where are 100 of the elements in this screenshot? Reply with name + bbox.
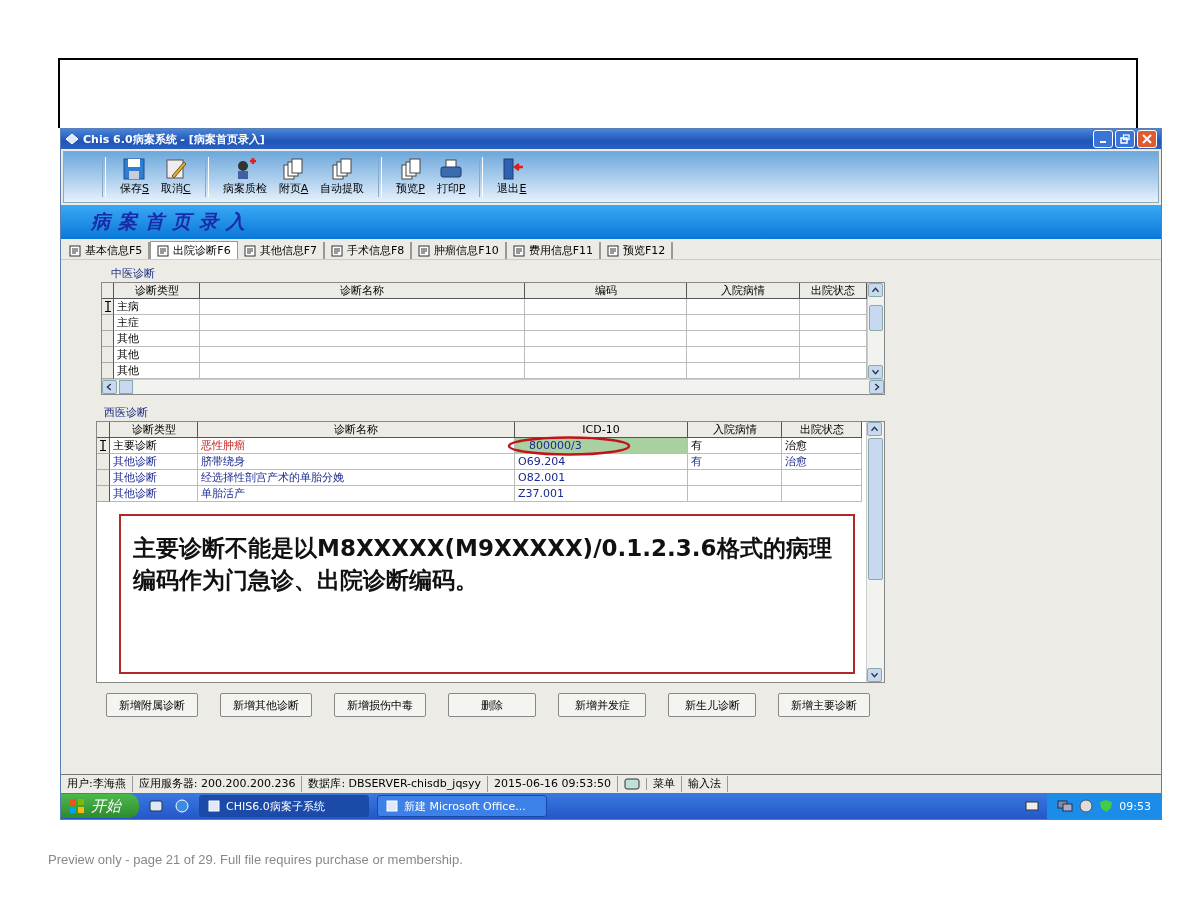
scroll-up-icon[interactable] (868, 283, 883, 297)
restore-icon (1120, 134, 1130, 144)
pages-icon (281, 158, 306, 180)
toolbar-button[interactable]: 附页A (272, 156, 315, 198)
row-pointer-icon (104, 301, 111, 312)
document-icon (606, 244, 619, 257)
keyboard-icon[interactable] (1025, 801, 1040, 811)
table-cell: 治愈 (782, 438, 862, 454)
table-cell: 其他 (114, 347, 200, 363)
tab[interactable]: 费用信息F11 (506, 242, 601, 259)
action-button[interactable]: 新生儿诊断 (668, 693, 756, 717)
column-header: 诊断类型 (114, 283, 200, 299)
table-cell: 有 (688, 454, 782, 470)
status-text: 数据库: DBSERVER-chisdb_jqsyy (302, 776, 489, 792)
vertical-scrollbar[interactable] (866, 422, 884, 682)
restore-button[interactable] (1115, 130, 1135, 148)
row-header[interactable] (102, 331, 114, 347)
tab[interactable]: 手术信息F8 (325, 242, 413, 259)
column-header: 入院病情 (688, 422, 782, 438)
document-icon (331, 244, 343, 257)
document-icon (69, 244, 81, 257)
table-cell: 脐带绕身 (198, 454, 515, 470)
table-cell: 主要诊断 (110, 438, 198, 454)
toolbar-button[interactable]: 预览P (390, 156, 431, 198)
table-cell: 治愈 (782, 454, 862, 470)
taskbar-button[interactable]: CHIS6.0病案子系统 (199, 795, 369, 817)
scroll-down-icon[interactable] (868, 365, 883, 379)
close-button[interactable] (1137, 130, 1157, 148)
horizontal-scrollbar[interactable] (102, 379, 884, 394)
column-header: 编码 (525, 283, 687, 299)
row-header[interactable] (102, 315, 114, 331)
tab[interactable]: 出院诊断F6 (150, 241, 238, 259)
action-button[interactable]: 删除 (448, 693, 536, 717)
table-cell: 其他诊断 (110, 486, 198, 502)
row-header[interactable] (97, 454, 110, 470)
scroll-right-icon[interactable] (869, 380, 884, 394)
action-button[interactable]: 新增附属诊断 (106, 693, 198, 717)
document-icon (512, 244, 525, 257)
keyboard-icon (623, 778, 640, 790)
status-text: 应用服务器: 200.200.200.236 (132, 776, 303, 792)
scroll-thumb[interactable] (119, 380, 133, 394)
table-cell: 主病 (114, 299, 200, 315)
tab[interactable]: 预览F12 (600, 242, 674, 259)
desktop-icon[interactable] (149, 799, 163, 813)
taskbar-button[interactable]: 新建 Microsoft Office... (377, 795, 547, 817)
toolbar-button[interactable]: 保存S (114, 156, 155, 198)
row-header[interactable] (102, 363, 114, 379)
table-cell: Z37.001 (515, 486, 688, 502)
table-cell: 其他诊断 (110, 470, 198, 486)
tab[interactable]: 其他信息F7 (237, 242, 325, 259)
tab[interactable]: 肿瘤信息F10 (412, 242, 507, 259)
status-text: 菜单 (646, 776, 682, 792)
scroll-down-icon[interactable] (867, 668, 882, 682)
table-cell: 经选择性剖宫产术的单胎分娩 (198, 470, 515, 486)
column-header: 出院状态 (782, 422, 862, 438)
section-label: 西医诊断 (103, 405, 149, 421)
row-pointer-icon (100, 440, 106, 451)
column-header: 诊断名称 (200, 283, 525, 299)
column-header: 诊断类型 (110, 422, 198, 438)
row-header[interactable] (97, 470, 110, 486)
preview-notice: Preview only - page 21 of 29. Full file requires purchase or membership. (48, 852, 464, 867)
row-header[interactable] (102, 347, 114, 363)
scroll-up-icon[interactable] (867, 422, 882, 436)
row-header[interactable] (97, 438, 110, 454)
row-header[interactable] (97, 486, 110, 502)
table-cell: 其他诊断 (110, 454, 198, 470)
scroll-left-icon[interactable] (102, 380, 117, 394)
minimize-button[interactable] (1093, 130, 1113, 148)
toolbar-button[interactable]: 自动提取 (314, 156, 371, 198)
scroll-thumb[interactable] (869, 305, 883, 331)
toolbar-button[interactable]: 退出E (491, 156, 533, 198)
section-label: 中医诊断 (110, 266, 156, 282)
action-button[interactable]: 新增其他诊断 (220, 693, 312, 717)
document-icon (243, 244, 256, 257)
toolbar-button[interactable]: 打印P (430, 156, 472, 198)
printer-icon (439, 158, 464, 180)
table-cell: 主症 (114, 315, 200, 331)
status-text: 输入法 (681, 776, 728, 792)
scroll-thumb[interactable] (868, 438, 883, 580)
table-cell: O82.001 (515, 470, 688, 486)
page-title: 病案首页录入 (91, 209, 253, 234)
action-button[interactable]: 新增主要诊断 (778, 693, 870, 717)
windows-flag-icon (69, 798, 85, 814)
toolbar-button[interactable]: 病案质检 (216, 156, 273, 198)
table-cell: 其他 (114, 331, 200, 347)
table-cell: 有 (688, 438, 782, 454)
document-icon (157, 244, 170, 257)
document-icon (418, 244, 431, 257)
pages-icon (398, 158, 423, 180)
pages-icon (330, 158, 355, 180)
network-icon[interactable] (1057, 799, 1074, 813)
action-button[interactable]: 新增并发症 (558, 693, 646, 717)
table-cell: 恶性肿瘤 (198, 438, 515, 454)
vertical-scrollbar[interactable] (867, 283, 884, 379)
action-button[interactable]: 新增损伤中毒 (334, 693, 426, 717)
status-text: 用户:李海燕 (61, 776, 133, 792)
app-icon (65, 133, 79, 145)
toolbar-button[interactable]: 取消C (155, 156, 197, 198)
window-icon (208, 800, 220, 812)
row-header[interactable] (102, 299, 114, 315)
